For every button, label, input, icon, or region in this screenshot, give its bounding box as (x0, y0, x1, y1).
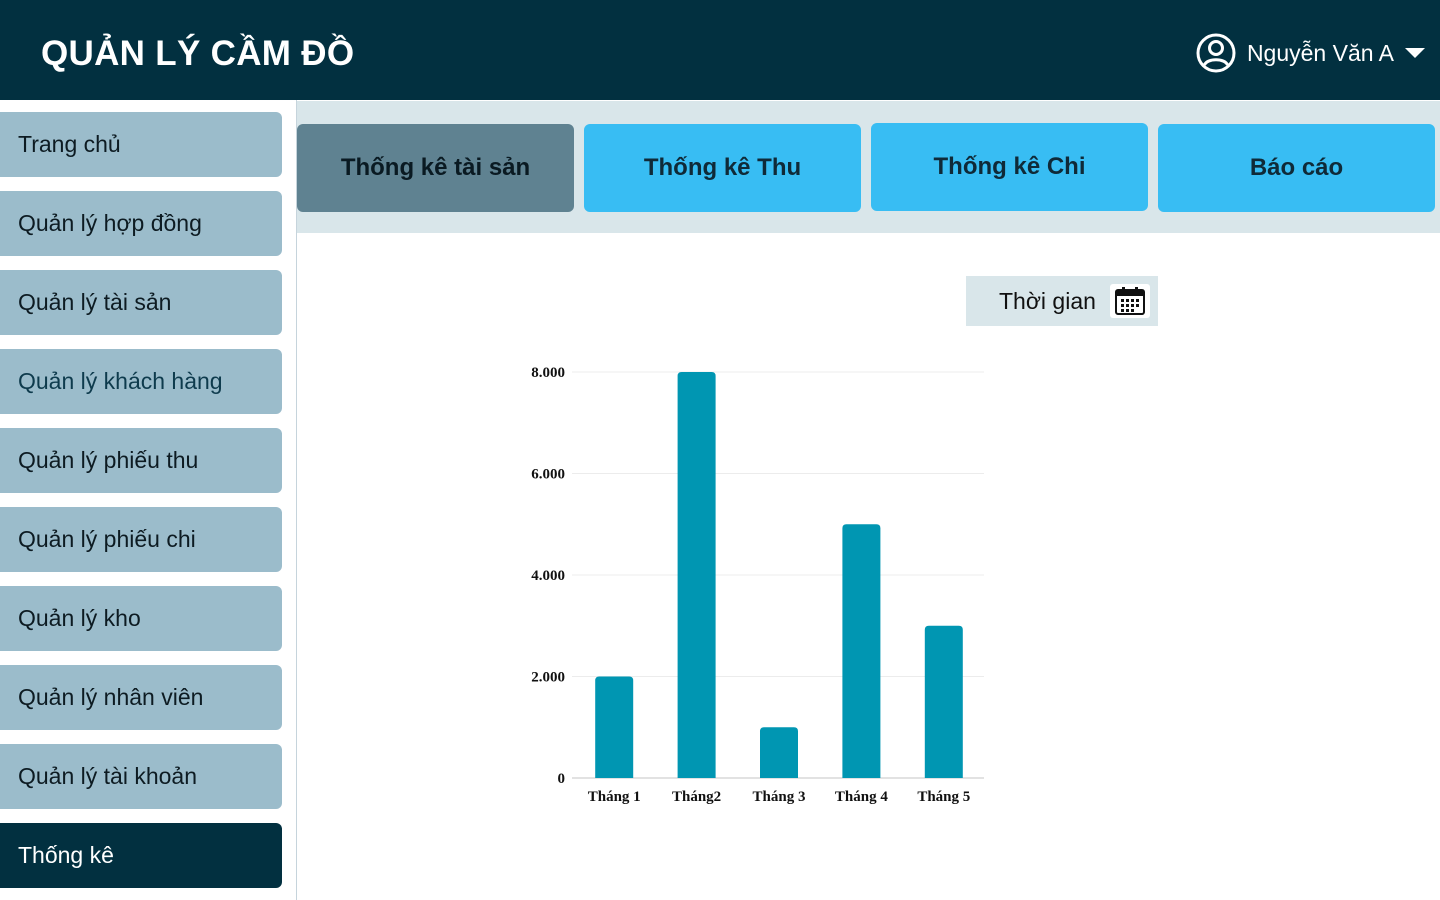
tab-asset-statistics[interactable]: Thống kê tài sản (297, 124, 574, 212)
statistics-tabs: Thống kê tài sản Thống kê Thu Thống kê C… (297, 101, 1440, 233)
app-title: QUẢN LÝ CẦM ĐỒ (41, 34, 355, 73)
sidebar-item-statistics[interactable]: Thống kê (0, 823, 282, 888)
y-tick-label: 8.000 (531, 365, 565, 381)
calendar-button[interactable] (1110, 284, 1150, 318)
x-tick-label: Tháng2 (672, 789, 721, 805)
x-tick-label: Tháng 1 (588, 789, 641, 805)
y-tick-label: 4.000 (531, 568, 565, 584)
sidebar-item-payments[interactable]: Quản lý phiếu chi (0, 507, 282, 572)
user-circle-icon (1196, 33, 1236, 73)
x-tick-label: Tháng 3 (753, 789, 806, 805)
app-header: QUẢN LÝ CẦM ĐỒ Nguyễn Văn A (0, 0, 1440, 100)
caret-down-icon (1405, 48, 1425, 58)
sidebar-item-accounts[interactable]: Quản lý tài khoản (0, 744, 282, 809)
user-menu[interactable]: Nguyễn Văn A (1196, 31, 1426, 75)
y-tick-label: 0 (558, 771, 566, 787)
tab-expense-statistics[interactable]: Thống kê Chi (871, 123, 1148, 211)
bar-5 (924, 625, 963, 778)
asset-bar-chart: 0 2.000 4.000 6.000 8.000 Tháng 1 Tháng2 Tháng … (531, 365, 984, 805)
sidebar-item-customers[interactable]: Quản lý khách hàng (0, 349, 282, 414)
bar-3 (760, 727, 798, 778)
y-tick-label: 6.000 (531, 467, 565, 483)
y-tick-label: 2.000 (531, 670, 565, 686)
x-tick-label: Tháng 5 (917, 789, 970, 805)
calendar-icon (1115, 287, 1145, 315)
time-filter-label: Thời gian (999, 287, 1096, 314)
time-filter[interactable]: Thời gian (966, 276, 1158, 326)
bar-2 (677, 372, 716, 778)
sidebar: Trang chủ Quản lý hợp đồng Quản lý tài s… (0, 100, 297, 900)
bar-4 (842, 524, 881, 778)
sidebar-item-receipts[interactable]: Quản lý phiếu thu (0, 428, 282, 493)
sidebar-item-home[interactable]: Trang chủ (0, 112, 282, 177)
sidebar-item-employees[interactable]: Quản lý nhân viên (0, 665, 282, 730)
tab-report[interactable]: Báo cáo (1158, 124, 1435, 212)
bar-1 (595, 676, 634, 778)
sidebar-item-warehouse[interactable]: Quản lý kho (0, 586, 282, 651)
sidebar-item-assets[interactable]: Quản lý tài sản (0, 270, 282, 335)
sidebar-item-contracts[interactable]: Quản lý hợp đồng (0, 191, 282, 256)
tab-income-statistics[interactable]: Thống kê Thu (584, 124, 861, 212)
user-name: Nguyễn Văn A (1246, 39, 1394, 66)
x-tick-label: Tháng 4 (835, 789, 888, 805)
